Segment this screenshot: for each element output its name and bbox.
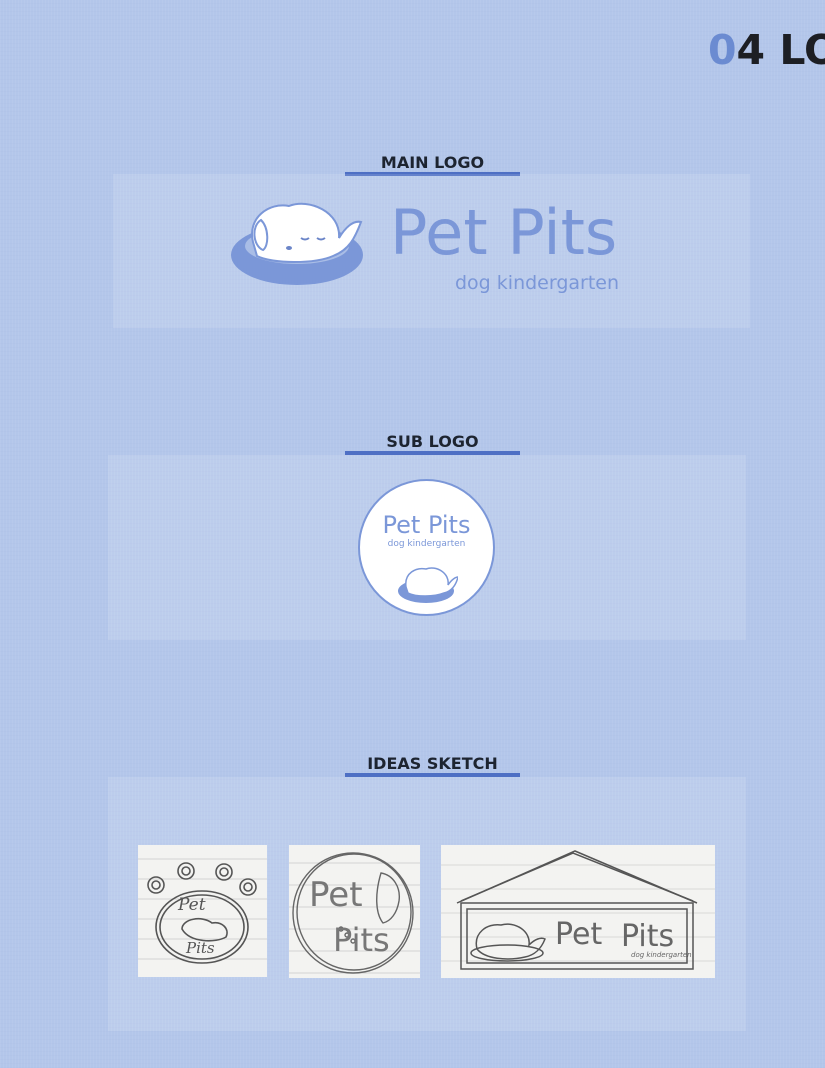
section-title-ideas-sketch: IDEAS SKETCH xyxy=(345,754,520,777)
heading-number-dark: 4 LO xyxy=(736,26,825,74)
sketch-3-text-left: Pet xyxy=(555,917,603,952)
sub-logo-badge: Pet Pits dog kindergarten xyxy=(358,479,495,616)
page-heading: 04 LO xyxy=(708,30,825,71)
sketch-house-logo: Pet Pits dog kindergarten xyxy=(441,845,715,978)
main-logo-wordmark: Pet Pits xyxy=(390,196,618,269)
sketch-paw-logo: Pet Pits xyxy=(138,845,267,977)
sketch-2-text-top: Pet xyxy=(309,875,363,915)
section-title-main-logo: MAIN LOGO xyxy=(345,153,520,176)
dog-bed-mini-icon xyxy=(398,567,458,603)
sketch-1-text-bottom: Pits xyxy=(186,939,215,957)
main-logo-tagline: dog kindergarten xyxy=(455,272,620,294)
sketch-2-text-bottom: Pits xyxy=(333,921,390,959)
sub-logo-wordmark: Pet Pits xyxy=(382,511,471,539)
sketch-3-tagline: dog kindergarten xyxy=(631,951,692,959)
sketch-3-text-right: Pits xyxy=(621,919,675,954)
section-title-sub-logo: SUB LOGO xyxy=(345,432,520,455)
sub-logo-tagline: dog kindergarten xyxy=(387,539,466,549)
sketch-1-text-top: Pet xyxy=(178,895,206,915)
heading-number-light: 0 xyxy=(708,26,737,74)
dog-bed-logo-icon xyxy=(231,202,363,285)
sketch-circle-logo: Pet Pits xyxy=(289,845,420,978)
